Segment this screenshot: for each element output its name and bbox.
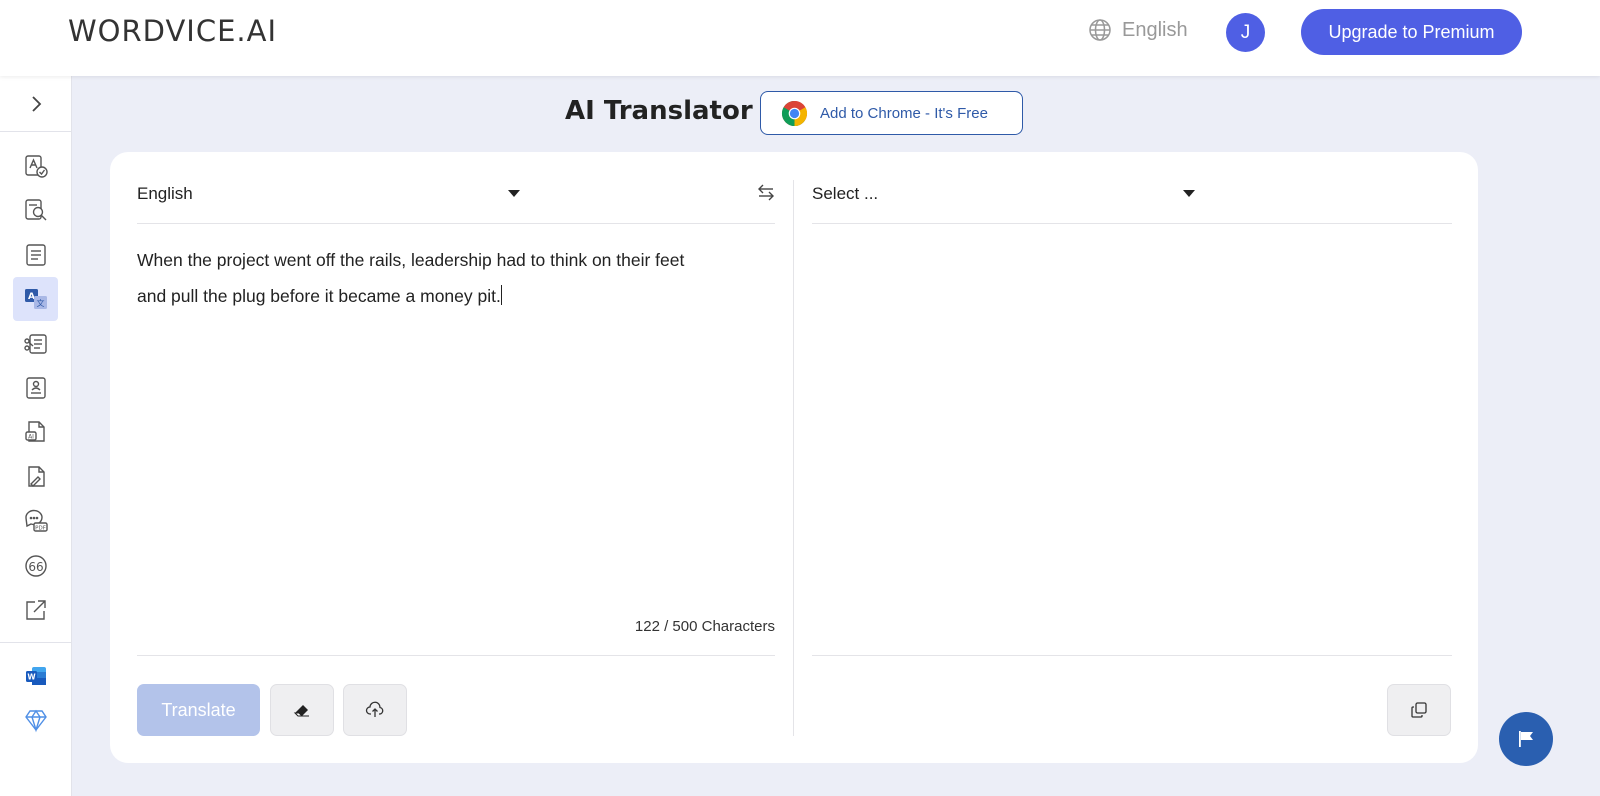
add-to-chrome-button[interactable]: Add to Chrome - It's Free — [760, 91, 1023, 135]
pdf-edit-icon — [27, 466, 45, 487]
add-to-chrome-label: Add to Chrome - It's Free — [820, 104, 988, 122]
caret-down-icon — [508, 190, 520, 197]
sidebar-item-ai-detector[interactable]: AI — [13, 410, 58, 454]
document-search-icon — [24, 199, 46, 221]
svg-text:W: W — [27, 673, 36, 682]
source-header-divider — [137, 223, 775, 224]
source-text-input[interactable]: When the project went off the rails, lea… — [137, 242, 775, 314]
sidebar-item-premium[interactable] — [13, 698, 58, 742]
sidebar-item-proofreader[interactable] — [13, 188, 58, 232]
sidebar-expand-button[interactable] — [0, 76, 71, 132]
target-header-divider — [812, 223, 1452, 224]
summarizer-icon — [25, 244, 46, 266]
upgrade-premium-button[interactable]: Upgrade to Premium — [1301, 9, 1522, 55]
source-text-line: When the project went off the rails, lea… — [137, 250, 685, 270]
sidebar-item-external-link[interactable] — [13, 588, 58, 632]
source-language-select[interactable]: English — [137, 176, 527, 212]
eraser-icon — [293, 705, 309, 717]
ai-detector-icon: AI — [24, 421, 45, 442]
chat-pdf-icon: PDF — [24, 509, 48, 532]
sidebar-item-chat-pdf[interactable]: PDF — [13, 499, 58, 543]
paraphraser-icon — [23, 334, 47, 354]
clear-text-button[interactable] — [270, 684, 334, 736]
panel-divider — [793, 180, 794, 736]
upload-file-button[interactable] — [343, 684, 407, 736]
source-text-line-2: and pull the plug before it became a mon… — [137, 285, 502, 306]
chrome-logo-icon — [781, 100, 808, 126]
chevron-right-icon — [31, 95, 41, 112]
sidebar-item-summarizer[interactable] — [13, 233, 58, 277]
sidebar-item-resume[interactable] — [13, 366, 58, 410]
premium-diamond-icon — [24, 709, 47, 733]
sidebar-item-grammar-check[interactable] — [13, 144, 58, 188]
copy-icon — [1411, 702, 1427, 718]
translation-output — [812, 238, 1452, 638]
sidebar: A 文 AI PDF 66 W — [0, 76, 72, 796]
translator-icon: A 文 — [24, 289, 47, 309]
external-link-icon — [25, 600, 46, 620]
target-footer-divider — [812, 655, 1452, 656]
cloud-upload-icon — [365, 701, 384, 717]
source-footer-divider — [137, 655, 775, 656]
flag-icon — [1519, 731, 1533, 747]
user-avatar[interactable]: J — [1226, 13, 1265, 52]
sidebar-item-pdf-edit[interactable] — [13, 455, 58, 499]
language-switcher[interactable]: English — [1088, 18, 1188, 42]
globe-icon — [1089, 19, 1111, 41]
resume-icon — [25, 377, 46, 399]
caret-down-icon — [1183, 190, 1195, 197]
citation-icon: 66 — [24, 555, 47, 577]
character-count: 122 / 500 Characters — [634, 618, 775, 635]
sidebar-item-translator[interactable]: A 文 — [13, 277, 58, 321]
grammar-check-icon — [24, 155, 48, 178]
sidebar-item-paraphraser[interactable] — [13, 322, 58, 366]
target-language-select[interactable]: Select ... — [812, 176, 1202, 212]
svg-text:AI: AI — [28, 434, 34, 441]
target-language-value: Select ... — [812, 184, 879, 203]
word-addin-icon: W — [25, 667, 46, 685]
top-bar: WORDVICE.AI English J Upgrade to Premium — [0, 0, 1600, 76]
text-cursor — [500, 285, 502, 305]
copy-translation-button[interactable] — [1387, 684, 1451, 736]
language-switcher-label: English — [1122, 18, 1188, 41]
translate-button[interactable]: Translate — [137, 684, 260, 736]
svg-text:A: A — [28, 292, 35, 302]
svg-text:66: 66 — [28, 560, 43, 574]
swap-languages-icon[interactable] — [755, 181, 777, 203]
svg-text:文: 文 — [36, 298, 44, 308]
sidebar-item-citation[interactable]: 66 — [13, 544, 58, 588]
feedback-button[interactable] — [1499, 712, 1553, 766]
svg-text:PDF: PDF — [35, 526, 46, 532]
sidebar-item-word-addin[interactable]: W — [13, 654, 58, 698]
translator-card: English When the project went off the ra… — [110, 152, 1478, 763]
sidebar-divider — [0, 642, 71, 643]
wordvice-logo[interactable]: WORDVICE.AI — [68, 14, 277, 48]
page-title: AI Translator — [565, 96, 753, 126]
source-language-value: English — [137, 184, 193, 203]
